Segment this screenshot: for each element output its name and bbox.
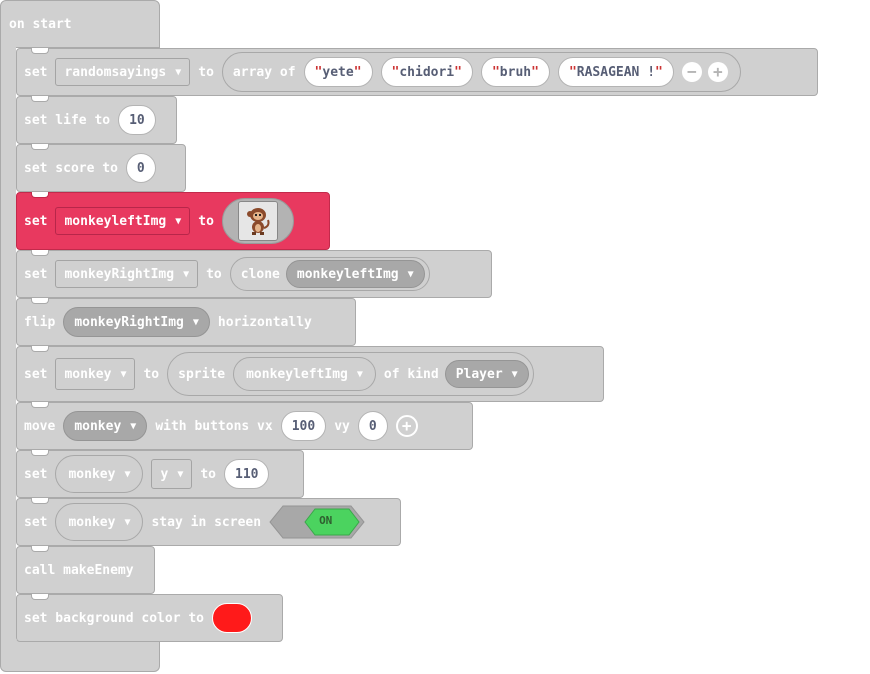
dropdown-caret-icon: ▼	[175, 66, 182, 78]
dropdown-caret-icon: ▼	[120, 368, 127, 380]
to-keyword: to	[198, 64, 214, 80]
array-of-block[interactable]: array of " yete " " chidori " " bruh " " RASAGE…	[221, 52, 741, 92]
monkey-sprite-image	[237, 201, 278, 241]
set-life-block[interactable]: set life to 10	[16, 96, 177, 144]
dropdown-caret-icon: ▼	[124, 468, 131, 480]
sprite-variable-dropdown[interactable]: monkey ▼	[55, 455, 144, 493]
on-start-footer	[0, 640, 160, 672]
dropdown-caret-icon: ▼	[407, 268, 414, 280]
color-picker-swatch[interactable]	[212, 603, 253, 633]
flip-keyword: flip	[24, 314, 56, 330]
stay-in-screen-toggle[interactable]: ON	[269, 505, 365, 539]
property-dropdown[interactable]: y ▼	[151, 459, 193, 489]
set-score-block[interactable]: set score to 0	[16, 144, 186, 192]
dropdown-caret-icon: ▼	[175, 215, 182, 227]
array-item-0[interactable]: " yete "	[303, 57, 373, 87]
stay-in-screen-label: stay in screen	[151, 514, 262, 530]
set-keyword: set	[24, 213, 48, 229]
set-monkey-sprite-block[interactable]: set monkey ▼ to sprite monkeyleftImg ▼ of …	[16, 346, 604, 402]
array-item-2[interactable]: " bruh "	[480, 57, 550, 87]
call-makeenemy-block[interactable]: call makeEnemy	[16, 546, 155, 594]
call-makeenemy-label: call makeEnemy	[24, 562, 134, 578]
vy-label: vy	[334, 418, 350, 434]
set-keyword: set	[24, 466, 48, 482]
toggle-on-label: ON	[319, 514, 333, 527]
dropdown-caret-icon: ▼	[183, 268, 190, 280]
dropdown-caret-icon: ▼	[356, 368, 363, 380]
move-keyword: move	[24, 418, 56, 434]
vy-value-input[interactable]: 0	[357, 411, 388, 441]
minus-icon[interactable]: −	[681, 62, 702, 82]
set-keyword: set	[24, 366, 48, 382]
to-keyword: to	[143, 366, 160, 382]
flip-block[interactable]: flip monkeyRightImg ▼ horizontally	[16, 298, 356, 346]
plus-icon[interactable]: +	[707, 62, 728, 82]
plus-icon[interactable]: +	[395, 415, 418, 437]
dropdown-caret-icon: ▼	[177, 468, 184, 480]
dropdown-caret-icon: ▼	[130, 420, 137, 432]
dropdown-caret-icon: ▼	[511, 368, 518, 380]
life-value-input[interactable]: 10	[118, 105, 156, 135]
horizontally-keyword: horizontally	[217, 314, 312, 330]
sprite-image-dropdown[interactable]: monkeyleftImg ▼	[233, 357, 376, 391]
on-start-hat[interactable]: on start	[0, 0, 160, 48]
clone-label: clone	[240, 266, 280, 282]
move-with-buttons-block[interactable]: move monkey ▼ with buttons vx 100 vy 0 +	[16, 402, 473, 450]
clone-block[interactable]: clone monkeyleftImg ▼	[229, 257, 430, 291]
variable-dropdown[interactable]: monkeyleftImg ▼	[55, 207, 191, 235]
move-variable-dropdown[interactable]: monkey ▼	[63, 411, 148, 441]
score-value-input[interactable]: 0	[125, 153, 156, 183]
sprite-label: sprite	[178, 366, 226, 382]
kind-dropdown[interactable]: Player ▼	[444, 360, 529, 388]
set-keyword: set	[24, 64, 48, 80]
set-life-label: set life to	[24, 112, 111, 128]
vx-value-input[interactable]: 100	[280, 411, 327, 441]
dropdown-caret-icon: ▼	[192, 316, 199, 328]
clone-variable-dropdown[interactable]: monkeyleftImg ▼	[285, 260, 425, 288]
set-monkey-y-block[interactable]: set monkey ▼ y ▼ to 110	[16, 450, 304, 498]
set-randomsayings-block[interactable]: set randomsayings ▼ to array of " yete " " c…	[16, 48, 818, 96]
on-start-label: on start	[9, 17, 72, 32]
set-keyword: set	[24, 514, 48, 530]
array-item-1[interactable]: " chidori "	[380, 57, 473, 87]
set-keyword: set	[24, 266, 48, 282]
variable-dropdown[interactable]: monkey ▼	[55, 358, 136, 390]
variable-dropdown[interactable]: monkeyRightImg ▼	[55, 260, 199, 288]
of-kind-label: of kind	[383, 366, 439, 382]
to-keyword: to	[198, 213, 214, 229]
array-of-label: array of	[232, 64, 296, 80]
set-score-label: set score to	[24, 160, 118, 176]
variable-dropdown[interactable]: randomsayings ▼	[55, 58, 191, 86]
set-monkeyleftimg-block[interactable]: set monkeyleftImg ▼ to	[16, 192, 330, 250]
sprite-of-kind-block[interactable]: sprite monkeyleftImg ▼ of kind Player ▼	[167, 352, 534, 396]
set-background-color-block[interactable]: set background color to	[16, 594, 283, 642]
y-value-input[interactable]: 110	[224, 459, 270, 489]
set-monkeyrightimg-block[interactable]: set monkeyRightImg ▼ to clone monkeyleftI…	[16, 250, 492, 298]
set-stay-in-screen-block[interactable]: set monkey ▼ stay in screen ON	[16, 498, 401, 546]
set-background-color-label: set background color to	[24, 610, 205, 626]
dropdown-caret-icon: ▼	[124, 516, 131, 528]
to-keyword: to	[206, 266, 222, 282]
with-buttons-label: with buttons vx	[155, 418, 273, 434]
to-keyword: to	[200, 466, 216, 482]
array-item-3[interactable]: " RASAGEAN ! "	[557, 57, 674, 87]
flip-variable-dropdown[interactable]: monkeyRightImg ▼	[63, 307, 210, 337]
sprite-variable-dropdown[interactable]: monkey ▼	[55, 503, 144, 541]
image-slot[interactable]	[221, 198, 294, 244]
on-start-spine	[0, 46, 16, 642]
